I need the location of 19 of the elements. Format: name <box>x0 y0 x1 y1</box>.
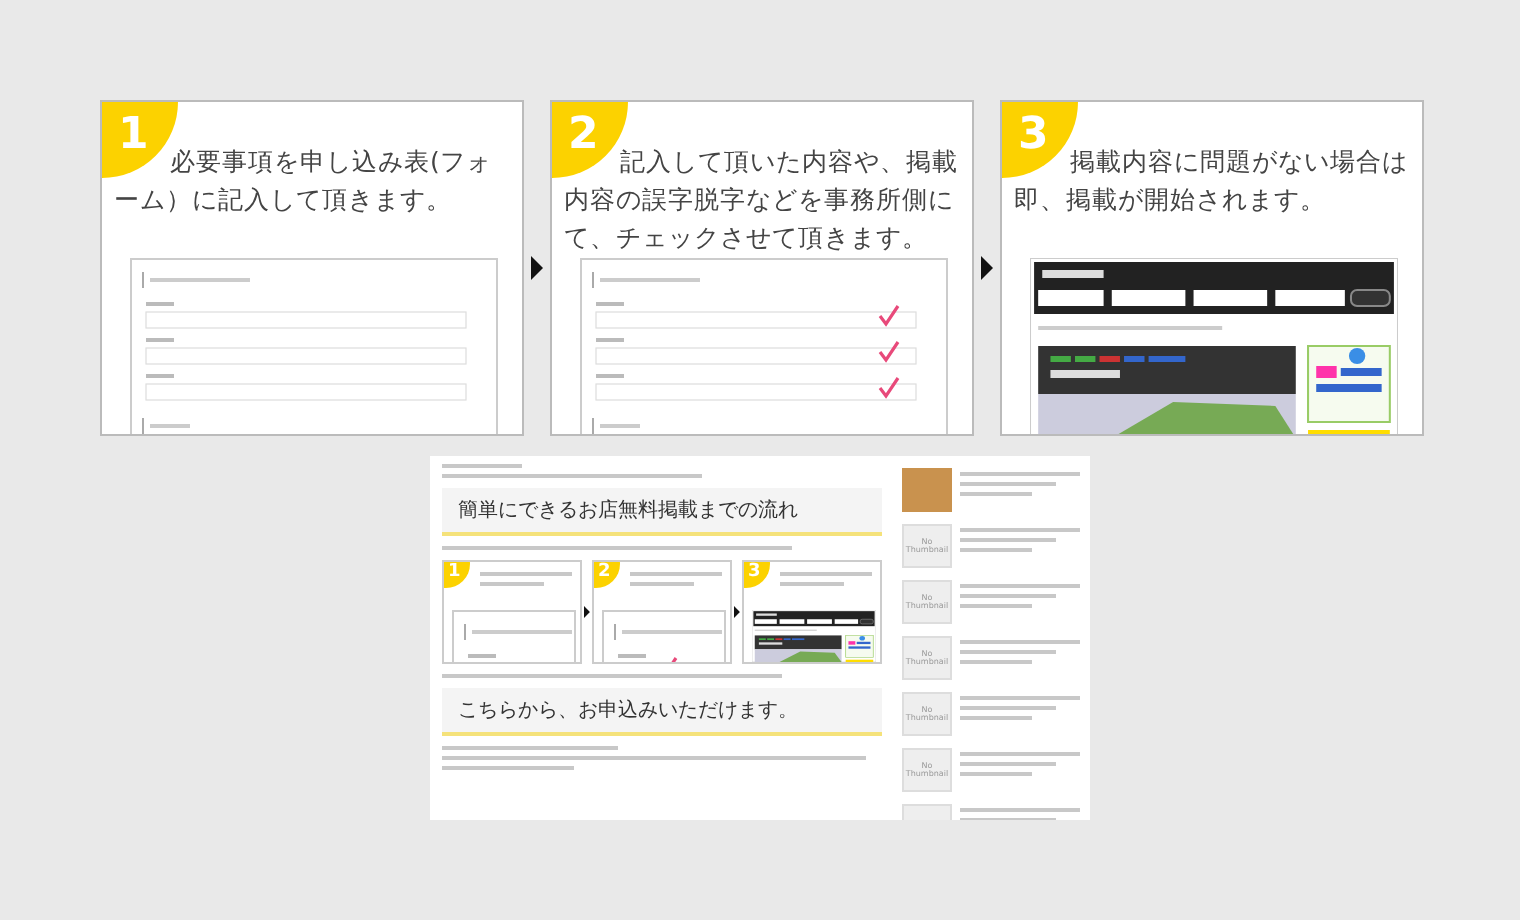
arrow-icon <box>584 606 590 618</box>
step-number: 2 <box>597 562 611 582</box>
blurred-text-drawing <box>480 572 572 586</box>
arrow-icon <box>530 256 544 280</box>
arrow-icon <box>734 606 740 618</box>
photo-placeholder <box>902 468 952 512</box>
blurred-text-drawing <box>960 752 1080 776</box>
blurred-text-drawing <box>960 528 1080 552</box>
blurred-text-drawing <box>960 696 1080 720</box>
blurred-text-drawing <box>779 572 872 586</box>
arrow-icon <box>980 256 994 280</box>
blurred-text-drawing <box>629 572 722 586</box>
blurred-text-drawing <box>960 584 1080 608</box>
step-number: 1 <box>448 562 461 582</box>
blurred-text-drawing <box>960 472 1080 496</box>
step-number: 3 <box>747 562 761 582</box>
blurred-text-drawing <box>960 640 1080 664</box>
section-heading: こちらから、お申込みいただけます。 <box>442 688 882 736</box>
section-heading: 簡単にできるお店無料掲載までの流れ <box>442 488 882 536</box>
